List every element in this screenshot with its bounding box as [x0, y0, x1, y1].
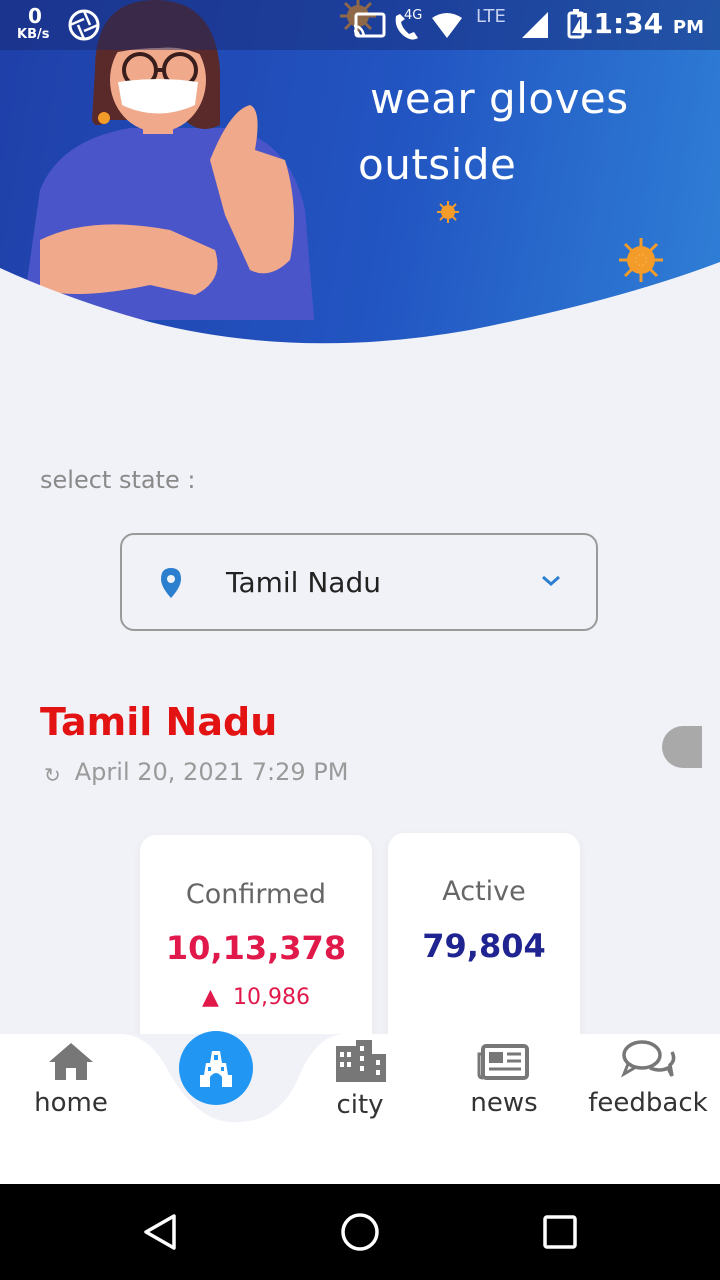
confirmed-delta: ▲ 10,986	[140, 985, 372, 1010]
status-bar: 0 KB/s 4G LTE 11:34 PM	[0, 0, 720, 50]
refresh-icon[interactable]: ↻	[44, 763, 61, 787]
nav-state-button[interactable]	[179, 1031, 253, 1105]
confirmed-delta-value: 10,986	[232, 985, 310, 1010]
up-arrow-icon: ▲	[202, 985, 219, 1010]
newspaper-icon	[477, 1044, 529, 1080]
aperture-icon	[68, 9, 100, 41]
side-drawer-handle[interactable]	[662, 726, 702, 768]
confirmed-value: 10,13,378	[165, 929, 347, 967]
nav-city[interactable]: city	[320, 1034, 400, 1120]
chevron-down-icon	[542, 575, 560, 586]
chat-bubbles-icon	[620, 1040, 676, 1078]
home-circle-icon[interactable]	[339, 1211, 381, 1253]
back-icon[interactable]	[140, 1212, 180, 1252]
temple-icon	[200, 1051, 232, 1087]
wifi-icon	[432, 13, 462, 38]
home-icon	[49, 1043, 93, 1080]
data-speed: 0	[28, 4, 42, 28]
clock: 11:34 PM	[574, 7, 704, 40]
system-navigation-bar	[0, 1184, 720, 1280]
nav-feedback[interactable]: feedback	[588, 1034, 708, 1118]
nav-home[interactable]: home	[30, 1034, 112, 1118]
nav-feedback-label: feedback	[588, 1088, 708, 1118]
hero-curve	[0, 262, 720, 350]
nav-news-label: news	[470, 1088, 538, 1118]
nav-news[interactable]: news	[462, 1034, 546, 1118]
network-4g-label: 4G	[404, 8, 423, 23]
signal-icon	[522, 12, 548, 38]
updated-timestamp: April 20, 2021 7:29 PM	[74, 758, 349, 786]
select-state-label: select state :	[40, 466, 196, 494]
selected-state: Tamil Nadu	[226, 566, 381, 599]
data-speed-unit: KB/s	[17, 27, 50, 42]
cast-icon	[353, 12, 386, 38]
confirmed-card: Confirmed 10,13,378 ▲ 10,986	[140, 835, 372, 1055]
confirmed-label: Confirmed	[185, 879, 327, 910]
state-dropdown[interactable]: Tamil Nadu	[120, 533, 598, 631]
location-pin-icon	[161, 568, 181, 598]
active-label: Active	[442, 876, 526, 907]
recents-icon[interactable]	[541, 1213, 579, 1251]
nav-city-label: city	[336, 1090, 384, 1120]
last-updated: ↻ April 20, 2021 7:29 PM	[44, 758, 349, 787]
active-value: 79,804	[422, 927, 546, 965]
state-title: Tamil Nadu	[40, 700, 278, 744]
city-icon	[336, 1040, 386, 1082]
nav-home-label: home	[34, 1088, 108, 1118]
active-card: Active 79,804	[388, 833, 580, 1053]
bottom-navigation: home city news feedback	[0, 1034, 720, 1184]
network-lte-label: LTE	[476, 6, 506, 27]
hero-banner: wear gloves outside	[0, 0, 720, 350]
